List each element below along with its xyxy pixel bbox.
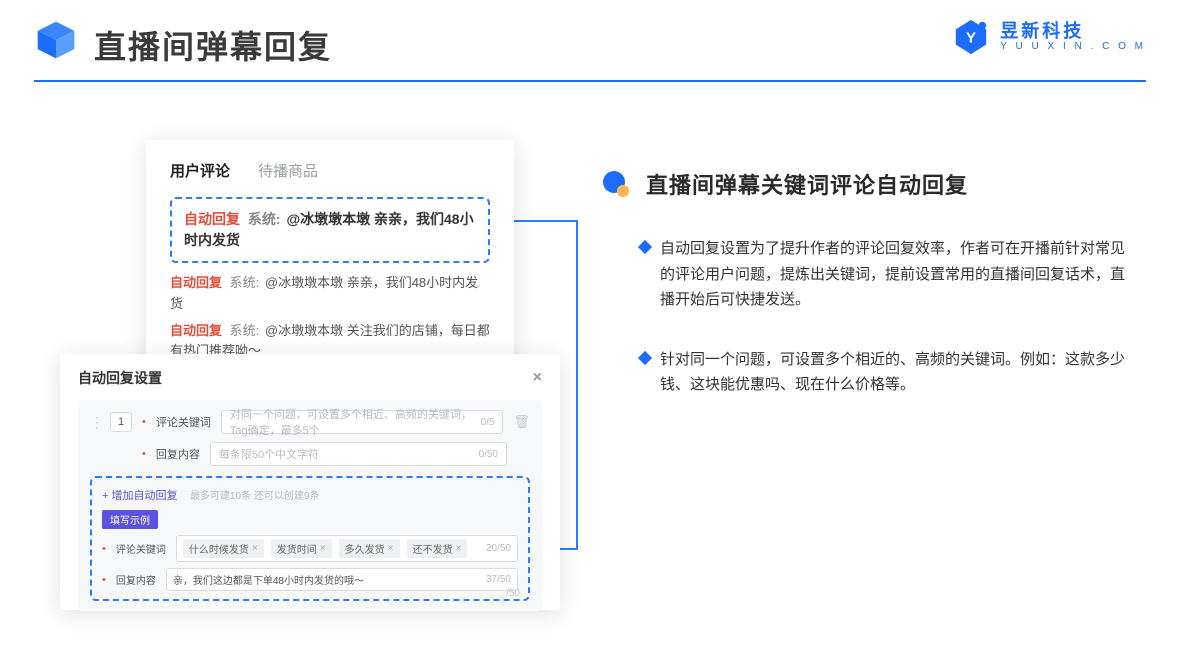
system-label: 系统:: [248, 211, 281, 227]
cube-icon: [34, 18, 78, 62]
keyword-label: 评论关键词: [156, 414, 211, 430]
tag-chip[interactable]: 什么时候发货×: [183, 539, 264, 558]
content-label: 回复内容: [156, 446, 200, 462]
bullet-text: 自动回复设置为了提升作者的评论回复效率，作者可在开播前针对常见的评论用户问题，提…: [660, 236, 1130, 313]
example-content-counter: 37/50: [486, 574, 511, 585]
keyword-placeholder: 对同一个问题，可设置多个相近、高频的关键词，Tag确定，最多5个: [230, 406, 481, 438]
required-dot: •: [142, 416, 146, 428]
auto-reply-badge: 自动回复: [170, 275, 222, 290]
required-dot: •: [102, 574, 106, 586]
comments-card: 用户评论 待播商品 自动回复 系统: @冰墩墩本墩 亲亲，我们48小时内发货 自…: [146, 140, 514, 372]
svg-text:Y: Y: [966, 30, 976, 47]
close-icon[interactable]: ×: [533, 369, 542, 387]
bullet-diamond-icon: [638, 240, 652, 254]
add-hint: 最多可建10条 还可以创建9条: [190, 491, 319, 502]
tab-user-comments[interactable]: 用户评论: [170, 160, 230, 181]
example-badge: 填写示例: [102, 510, 158, 529]
connector-line: [576, 220, 578, 550]
bullet-text: 针对同一个问题，可设置多个相近的、高频的关键词。例如：这款多少钱、这块能优惠吗、…: [660, 347, 1130, 398]
keyword-input[interactable]: 对同一个问题，可设置多个相近、高频的关键词，Tag确定，最多5个 0/5: [221, 410, 504, 434]
tag-remove-icon[interactable]: ×: [388, 543, 394, 554]
tag-chip[interactable]: 多久发货×: [339, 539, 400, 558]
highlighted-reply: 自动回复 系统: @冰墩墩本墩 亲亲，我们48小时内发货: [170, 197, 490, 263]
keyword-counter: 0/5: [481, 417, 495, 428]
tag-chip[interactable]: 发货时间×: [271, 539, 332, 558]
auto-reply-badge: 自动回复: [184, 211, 240, 227]
add-auto-reply-link[interactable]: + 增加自动回复: [102, 490, 177, 502]
topic-title: 直播间弹幕关键词评论自动回复: [646, 168, 968, 200]
tag-remove-icon[interactable]: ×: [456, 543, 462, 554]
connector-line: [512, 220, 578, 222]
tab-pending-products[interactable]: 待播商品: [258, 160, 318, 181]
tag-remove-icon[interactable]: ×: [320, 543, 326, 554]
brand-block: Y 昱新科技 Y U U X I N . C O M: [952, 18, 1146, 56]
system-label: 系统:: [230, 275, 260, 290]
example-keyword-counter: 20/50: [486, 543, 511, 554]
tag-chip[interactable]: 还不发货×: [407, 539, 468, 558]
content-input[interactable]: 每条限50个中文字符 0/50: [210, 442, 507, 466]
tag-remove-icon[interactable]: ×: [252, 543, 258, 554]
content-placeholder: 每条限50个中文字符: [219, 446, 319, 462]
required-dot: •: [102, 543, 106, 555]
bullet-diamond-icon: [638, 350, 652, 364]
example-keyword-label: 评论关键词: [116, 541, 166, 556]
system-label: 系统:: [230, 323, 260, 338]
settings-title: 自动回复设置: [78, 368, 162, 388]
example-content-label: 回复内容: [116, 572, 156, 587]
auto-reply-badge: 自动回复: [170, 323, 222, 338]
brand-name-cn: 昱新科技: [1000, 22, 1146, 40]
example-content-input[interactable]: 亲，我们这边都是下单48小时内发货的哦～ 37/50: [166, 568, 518, 591]
required-dot: •: [142, 448, 146, 460]
ghost-counter: /50: [506, 588, 520, 599]
content-counter: 0/50: [479, 449, 498, 460]
example-keyword-input[interactable]: 什么时候发货× 发货时间× 多久发货× 还不发货× 20/50: [176, 535, 518, 562]
page-title: 直播间弹幕回复: [94, 22, 332, 68]
drag-handle-icon[interactable]: ⋮⋮: [90, 414, 100, 431]
example-content-value: 亲，我们这边都是下单48小时内发货的哦～: [173, 572, 364, 587]
example-block: + 增加自动回复 最多可建10条 还可以创建9条 填写示例 • 评论关键词 什么…: [90, 476, 530, 601]
trash-icon[interactable]: 🗑: [513, 414, 530, 430]
header-divider: [34, 80, 1146, 82]
settings-card: 自动回复设置 × ⋮⋮ 1 • 评论关键词 对同一个问题，可设置多个相近、高频的…: [60, 354, 560, 610]
order-number: 1: [110, 412, 132, 432]
reply-line: 自动回复 系统: @冰墩墩本墩 亲亲，我们48小时内发货: [170, 273, 490, 315]
brand-name-en: Y U U X I N . C O M: [1000, 42, 1146, 52]
chat-bubble-icon: [600, 168, 632, 200]
brand-logo-icon: Y: [952, 18, 990, 56]
